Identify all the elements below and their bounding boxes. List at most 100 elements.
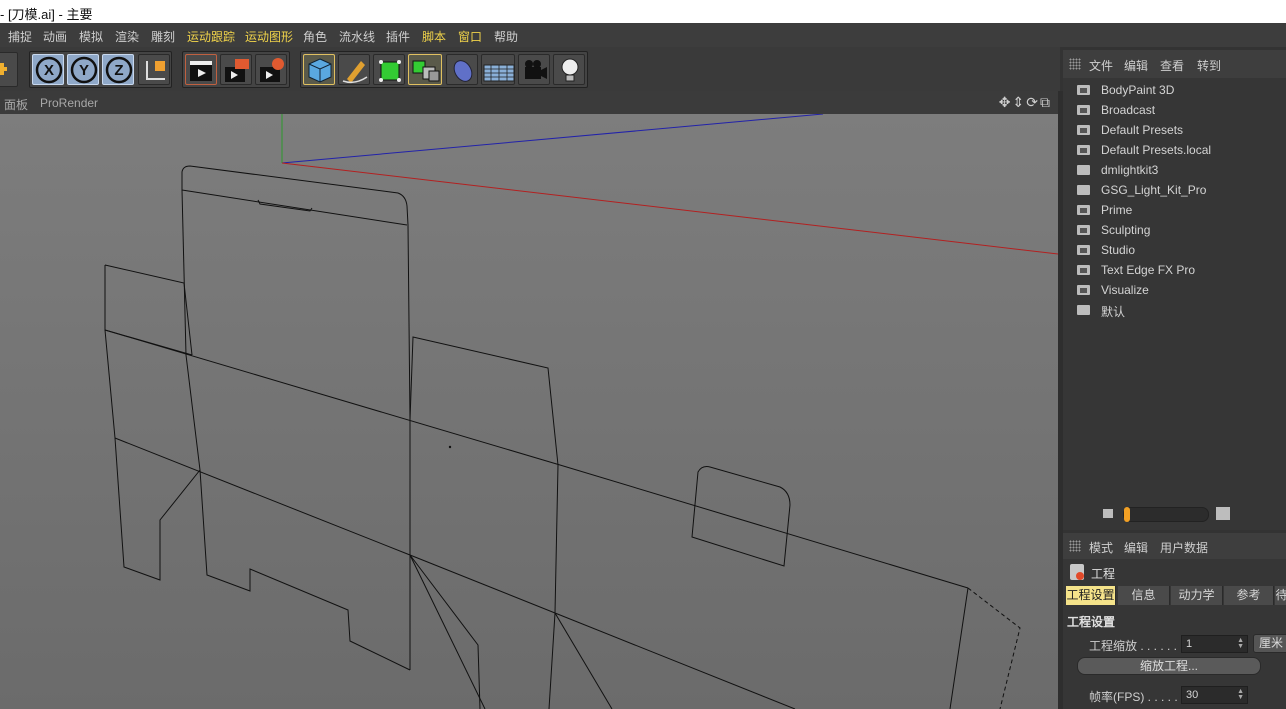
scale-project-button[interactable]: 缩放工程... bbox=[1077, 657, 1261, 675]
list-item[interactable]: 默认 bbox=[1063, 300, 1286, 320]
slider-track[interactable] bbox=[1123, 507, 1209, 522]
x-axis-lock-button[interactable]: X bbox=[32, 54, 64, 85]
clapper-icon bbox=[190, 61, 212, 81]
zoom-view-icon[interactable]: ⇕ bbox=[1013, 94, 1027, 110]
list-item-label: Visualize bbox=[1101, 283, 1149, 297]
folder-icon bbox=[1077, 305, 1090, 315]
subdivision-button[interactable] bbox=[373, 54, 405, 85]
large-thumbnail-icon bbox=[1216, 507, 1230, 520]
render-settings-button[interactable] bbox=[255, 54, 287, 85]
viewport-scene bbox=[104, 114, 1058, 709]
pen-button[interactable] bbox=[338, 54, 370, 85]
main-toolbar: X Y Z bbox=[0, 47, 1060, 91]
menu-item-7[interactable]: 角色 bbox=[303, 28, 327, 45]
cube-button[interactable] bbox=[303, 54, 335, 85]
stepper-icon[interactable]: ▲ ▼ bbox=[1237, 637, 1244, 650]
viewport-nav-icons[interactable]: ✥⇕⟳⧉ bbox=[999, 94, 1052, 111]
menu-item-10[interactable]: 脚本 bbox=[422, 28, 446, 45]
render-picture-viewer-button[interactable] bbox=[220, 54, 252, 85]
thumbnail-size-slider bbox=[1063, 500, 1286, 530]
object-name: 工程 bbox=[1091, 567, 1116, 581]
project-scale-row: 工程缩放 . . . . . . . 1 ▲ ▼ 厘米 bbox=[1063, 634, 1286, 654]
viewport-menu-prorender[interactable]: ProRender bbox=[40, 96, 98, 110]
subdivision-icon bbox=[379, 60, 401, 82]
list-item[interactable]: GSG_Light_Kit_Pro bbox=[1063, 180, 1286, 200]
clapper-gear-icon bbox=[260, 58, 284, 82]
menu-item-9[interactable]: 插件 bbox=[386, 28, 410, 45]
project-scale-input[interactable]: 1 ▲ ▼ bbox=[1181, 635, 1248, 653]
3d-viewport[interactable] bbox=[0, 114, 1058, 709]
tab-reference[interactable]: 参考 bbox=[1224, 586, 1274, 605]
panel-grip-icon[interactable] bbox=[1069, 58, 1081, 70]
stepper-icon[interactable]: ▲ ▼ bbox=[1237, 688, 1244, 701]
list-item-label: Studio bbox=[1101, 243, 1136, 257]
cb-menu-view[interactable]: 查看 bbox=[1160, 57, 1184, 74]
move-tool-button[interactable] bbox=[0, 52, 18, 87]
menu-item-2[interactable]: 模拟 bbox=[79, 28, 103, 45]
library-icon bbox=[1077, 245, 1090, 255]
coordinate-system-button[interactable] bbox=[138, 54, 170, 85]
panel-grip-icon[interactable] bbox=[1069, 540, 1081, 552]
list-item[interactable]: Default Presets.local bbox=[1063, 140, 1286, 160]
tab-dynamics[interactable]: 动力学 bbox=[1171, 586, 1223, 605]
z-axis-lock-button[interactable]: Z bbox=[102, 54, 134, 85]
list-item[interactable]: Text Edge FX Pro bbox=[1063, 260, 1286, 280]
attr-menu-mode[interactable]: 模式 bbox=[1089, 539, 1113, 556]
list-item-label: GSG_Light_Kit_Pro bbox=[1101, 183, 1207, 197]
menu-item-8[interactable]: 流水线 bbox=[339, 28, 375, 45]
menu-item-11[interactable]: 窗口 bbox=[458, 28, 482, 45]
viewport-header: 面板 ProRender ✥⇕⟳⧉ bbox=[0, 91, 1058, 114]
menu-item-3[interactable]: 渲染 bbox=[115, 28, 139, 45]
z-axis-line bbox=[281, 114, 824, 164]
tab-todo[interactable]: 待 bbox=[1275, 586, 1286, 605]
list-item-label: Text Edge FX Pro bbox=[1101, 263, 1196, 277]
tab-info[interactable]: 信息 bbox=[1118, 586, 1170, 605]
library-icon bbox=[1077, 205, 1090, 215]
menu-item-4[interactable]: 雕刻 bbox=[151, 28, 175, 45]
list-item[interactable]: Default Presets bbox=[1063, 120, 1286, 140]
tab-project-settings[interactable]: 工程设置 bbox=[1066, 586, 1116, 605]
list-item[interactable]: Broadcast bbox=[1063, 100, 1286, 120]
fps-input[interactable]: 30 ▲ ▼ bbox=[1181, 686, 1248, 704]
rotate-view-icon[interactable]: ⟳ bbox=[1026, 94, 1040, 110]
viewport-menu-panel[interactable]: 面板 bbox=[4, 96, 28, 113]
cb-menu-goto[interactable]: 转到 bbox=[1197, 57, 1221, 74]
attr-menu-edit[interactable]: 编辑 bbox=[1124, 539, 1148, 556]
unit-dropdown[interactable]: 厘米 bbox=[1253, 634, 1286, 653]
folder-icon bbox=[1077, 185, 1090, 195]
light-button[interactable] bbox=[553, 54, 585, 85]
y-axis-lock-button[interactable]: Y bbox=[67, 54, 99, 85]
small-thumbnail-icon bbox=[1103, 509, 1113, 518]
library-icon bbox=[1077, 225, 1090, 235]
attr-menu-userdata[interactable]: 用户数据 bbox=[1160, 539, 1208, 556]
camera-button[interactable] bbox=[518, 54, 550, 85]
menu-item-0[interactable]: 捕捉 bbox=[8, 28, 32, 45]
axis-lock-group: X Y Z bbox=[29, 51, 172, 88]
render-view-button[interactable] bbox=[185, 54, 217, 85]
menu-item-6[interactable]: 运动图形 bbox=[245, 28, 293, 45]
move-view-icon[interactable]: ✥ bbox=[999, 94, 1013, 110]
slider-knob[interactable] bbox=[1124, 507, 1130, 522]
list-item[interactable]: Prime bbox=[1063, 200, 1286, 220]
library-icon bbox=[1077, 105, 1090, 115]
floor-button[interactable] bbox=[481, 54, 515, 85]
menu-item-1[interactable]: 动画 bbox=[43, 28, 67, 45]
cb-menu-edit[interactable]: 编辑 bbox=[1124, 57, 1148, 74]
list-item[interactable]: Sculpting bbox=[1063, 220, 1286, 240]
list-item[interactable]: dmlightkit3 bbox=[1063, 160, 1286, 180]
pivot-dot bbox=[448, 445, 452, 449]
list-item-label: Default Presets.local bbox=[1101, 143, 1212, 157]
menu-item-5[interactable]: 运动跟踪 bbox=[187, 28, 235, 45]
list-item[interactable]: Studio bbox=[1063, 240, 1286, 260]
x-axis-label: X bbox=[44, 62, 54, 79]
list-item-label: Prime bbox=[1101, 203, 1133, 217]
deformer-button[interactable] bbox=[446, 54, 478, 85]
menu-item-12[interactable]: 帮助 bbox=[494, 28, 518, 45]
attributes-header: 模式 编辑 用户数据 bbox=[1063, 533, 1286, 559]
list-item[interactable]: Visualize bbox=[1063, 280, 1286, 300]
array-button[interactable] bbox=[408, 54, 442, 85]
maximize-view-icon[interactable]: ⧉ bbox=[1040, 94, 1052, 110]
cb-menu-file[interactable]: 文件 bbox=[1089, 57, 1113, 74]
z-axis-label: Z bbox=[114, 62, 123, 79]
list-item[interactable]: BodyPaint 3D bbox=[1063, 80, 1286, 100]
